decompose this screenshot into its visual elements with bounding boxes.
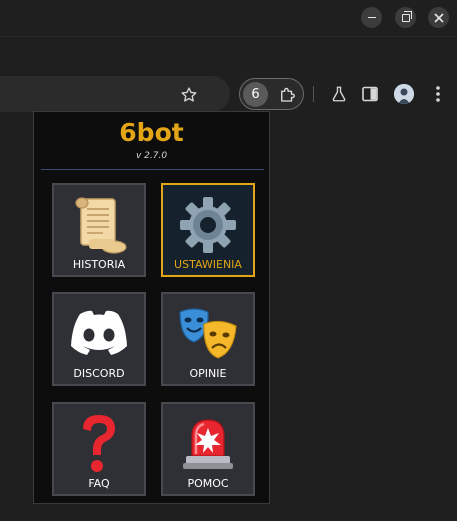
gear-icon — [180, 197, 236, 253]
avatar-icon — [394, 84, 414, 104]
discord-icon — [71, 310, 127, 355]
extension-popup: 6bot v 2.7.0 HISTORIA USTAWIENIA DISCORD… — [33, 111, 270, 504]
ustawienia-label: USTAWIENIA — [174, 258, 242, 271]
discord-button[interactable]: DISCORD — [52, 292, 146, 386]
historia-label: HISTORIA — [72, 258, 126, 271]
bookmark-star-icon[interactable] — [180, 86, 198, 104]
historia-button[interactable]: HISTORIA — [52, 183, 146, 277]
minimize-icon — [367, 16, 376, 19]
extensions-pill: 6 — [239, 78, 304, 110]
siren-icon — [183, 419, 233, 469]
close-icon — [433, 12, 444, 23]
brand-title: 6bot — [119, 118, 184, 147]
close-button[interactable] — [428, 7, 449, 28]
toolbar-separator — [313, 86, 314, 102]
extension-badge: 6 — [251, 87, 260, 102]
ustawienia-button[interactable]: USTAWIENIA — [161, 183, 255, 277]
side-panel-icon[interactable] — [362, 86, 378, 102]
titlebar-divider — [0, 36, 457, 37]
pomoc-label: POMOC — [187, 477, 229, 490]
browser-toolbar: 6 — [0, 72, 457, 116]
discord-label: DISCORD — [73, 367, 125, 380]
labs-flask-icon[interactable] — [330, 85, 348, 103]
restore-icon — [401, 10, 412, 22]
pomoc-button[interactable]: POMOC — [161, 402, 255, 496]
restore-button[interactable] — [395, 7, 416, 28]
puzzle-icon[interactable] — [278, 86, 296, 104]
window-titlebar — [0, 0, 457, 36]
scroll-icon — [75, 197, 127, 254]
question-mark-icon — [83, 415, 115, 472]
more-menu-icon[interactable] — [432, 84, 444, 104]
faq-button[interactable]: FAQ — [52, 402, 146, 496]
opinie-label: OPINIE — [189, 367, 227, 380]
header-divider — [41, 169, 264, 170]
address-bar[interactable] — [0, 76, 230, 112]
profile-avatar[interactable] — [394, 84, 414, 104]
theater-masks-icon — [179, 308, 237, 359]
version-label: v 2.7.0 — [135, 151, 168, 161]
opinie-button[interactable]: OPINIE — [161, 292, 255, 386]
6bot-extension-button[interactable]: 6 — [243, 82, 268, 107]
faq-label: FAQ — [88, 477, 110, 490]
minimize-button[interactable] — [361, 7, 382, 28]
